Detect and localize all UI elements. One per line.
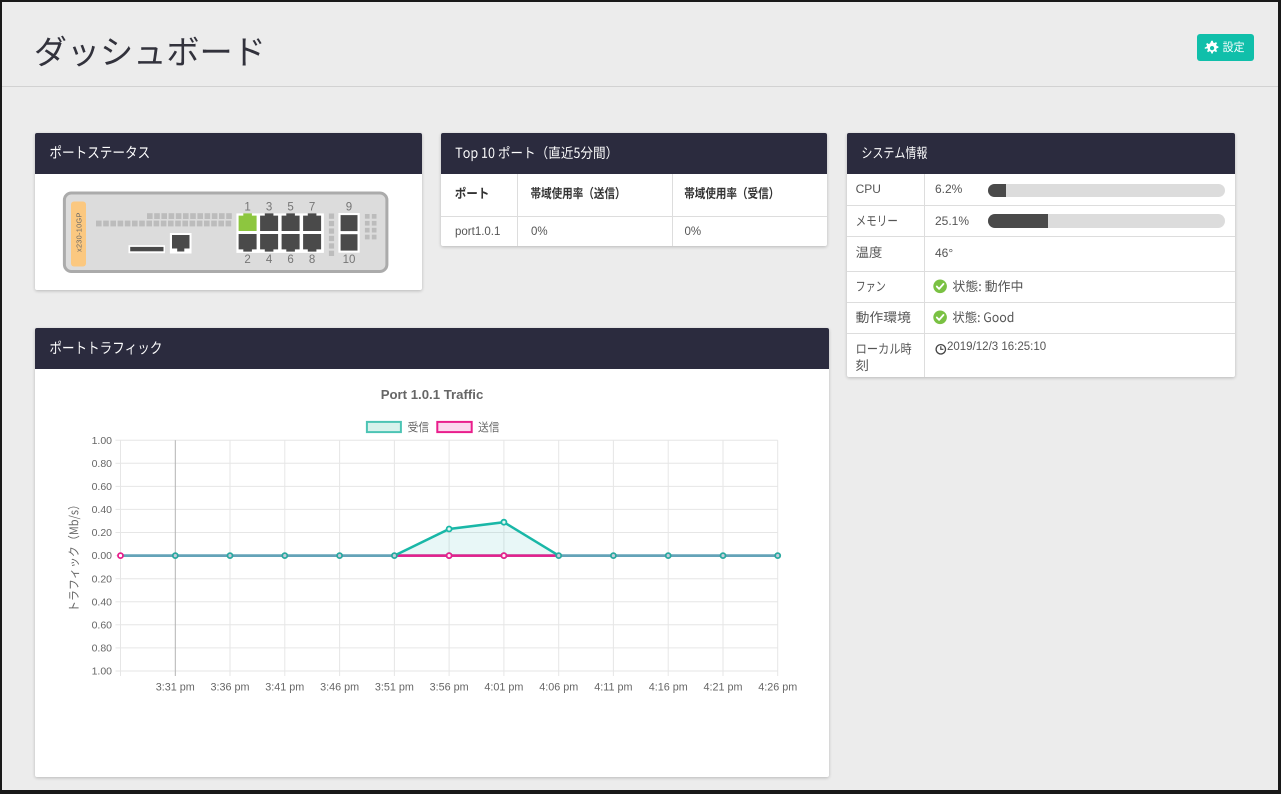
svg-text:0.80: 0.80 [92, 643, 113, 655]
svg-text:4:01 pm: 4:01 pm [484, 682, 523, 694]
svg-text:3:31 pm: 3:31 pm [156, 682, 195, 694]
svg-text:1: 1 [244, 202, 250, 214]
svg-text:9: 9 [346, 202, 352, 214]
svg-text:x230-10GP: x230-10GP [75, 212, 84, 252]
svg-text:2: 2 [244, 254, 250, 266]
svg-text:4:11 pm: 4:11 pm [594, 682, 632, 694]
svg-text:0.60: 0.60 [92, 619, 113, 631]
svg-text:0.80: 0.80 [92, 458, 113, 470]
svg-text:1.00: 1.00 [92, 435, 113, 447]
svg-text:5: 5 [287, 202, 293, 214]
svg-text:7: 7 [309, 202, 315, 214]
svg-text:Port 1.0.1 Traffic: Port 1.0.1 Traffic [381, 387, 484, 402]
svg-text:3:51 pm: 3:51 pm [375, 682, 414, 694]
svg-text:3: 3 [266, 202, 272, 214]
svg-text:4:06 pm: 4:06 pm [539, 682, 578, 694]
svg-text:1.00: 1.00 [92, 666, 113, 678]
svg-text:0.40: 0.40 [92, 504, 113, 516]
svg-text:0.60: 0.60 [92, 481, 113, 493]
svg-text:0.40: 0.40 [92, 596, 113, 608]
svg-text:4:26 pm: 4:26 pm [758, 682, 797, 694]
svg-text:8: 8 [309, 254, 315, 266]
svg-text:0.20: 0.20 [92, 573, 113, 585]
svg-text:0.00: 0.00 [92, 550, 113, 562]
svg-text:4: 4 [266, 254, 273, 266]
svg-text:3:36 pm: 3:36 pm [210, 682, 249, 694]
svg-text:10: 10 [343, 254, 356, 266]
svg-text:3:56 pm: 3:56 pm [430, 682, 469, 694]
svg-text:3:41 pm: 3:41 pm [265, 682, 304, 694]
svg-text:4:16 pm: 4:16 pm [649, 682, 688, 694]
svg-text:0.20: 0.20 [92, 527, 113, 539]
svg-text:6: 6 [287, 254, 293, 266]
svg-text:4:21 pm: 4:21 pm [703, 682, 742, 694]
svg-text:3:46 pm: 3:46 pm [320, 682, 359, 694]
